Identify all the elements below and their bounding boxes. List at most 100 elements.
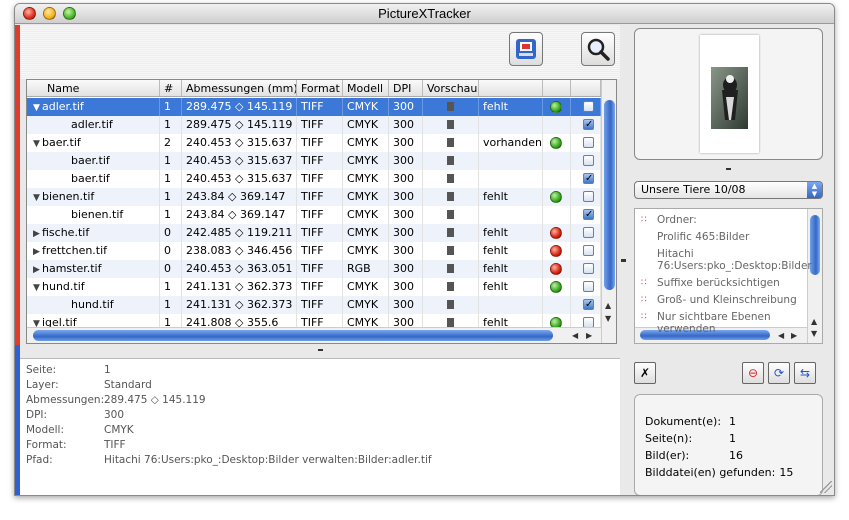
row-checkbox[interactable] [583, 170, 594, 188]
stat-label: Bilddatei(en) gefunden: [645, 466, 776, 479]
table-header: Name # Abmessungen (mm) Format Modell DP… [27, 80, 601, 97]
table-row[interactable]: hund.tif 1 241.131 ◇ 362.373 TIFF CMYK 300 [27, 296, 601, 314]
table-row[interactable]: adler.tif 1 289.475 ◇ 145.119 TIFF CMYK 300 [27, 116, 601, 134]
table-row[interactable]: ▼ hund.tif 1 241.131 ◇ 362.373 TIFF CMYK 300 fe… [27, 278, 601, 296]
title-bar[interactable]: PictureXTracker [15, 4, 834, 24]
cell-model: CMYK [343, 134, 389, 152]
cell-format: TIFF [297, 152, 343, 170]
disclosure-open-icon[interactable]: ▼ [33, 135, 42, 152]
collection-select[interactable]: Unsere Tiere 10/08 ▲ ▼ [634, 181, 823, 199]
row-checkbox[interactable] [583, 296, 594, 314]
vertical-scroll-thumb[interactable] [604, 100, 615, 290]
preview-split-handle[interactable] [726, 168, 731, 171]
cell-indicator [543, 242, 571, 260]
row-checkbox[interactable] [583, 227, 594, 238]
vertical-scrollbar[interactable]: ▲ ▼ [601, 80, 616, 343]
cell-format: TIFF [297, 116, 343, 134]
close-button[interactable] [23, 7, 36, 20]
scroll-right-arrow[interactable]: ▶ [586, 331, 592, 340]
settings-item-text: Prolific 465:Bilder [657, 231, 750, 243]
update-button[interactable]: ⇆ [794, 362, 816, 384]
row-checkbox[interactable] [583, 116, 594, 134]
green-status-icon [550, 191, 562, 203]
cell-dpi: 300 [389, 242, 423, 260]
row-checkbox[interactable] [583, 137, 594, 148]
table-row[interactable]: baer.tif 1 240.453 ◇ 315.637 TIFF CMYK 300 [27, 152, 601, 170]
image-table: Name # Abmessungen (mm) Format Modell DP… [26, 79, 617, 344]
remove-button[interactable]: ⊖ [742, 362, 764, 384]
column-header-count[interactable]: # [160, 80, 182, 96]
settings-scroll-up-arrow[interactable]: ▲ [811, 317, 817, 326]
table-row[interactable]: ▼ adler.tif 1 289.475 ◇ 145.119 TIFF CMYK 300 f… [27, 98, 601, 116]
settings-scroll-down-arrow[interactable]: ▼ [811, 329, 817, 338]
edit-settings-button[interactable]: ✗ [634, 362, 656, 384]
info-value: 1 [104, 364, 111, 376]
horizontal-scroll-thumb[interactable] [33, 330, 553, 341]
column-header-format[interactable]: Format [297, 80, 343, 96]
vertical-split-handle[interactable] [621, 259, 626, 262]
column-header-check[interactable] [571, 80, 601, 96]
table-row[interactable]: bienen.tif 1 243.84 ◇ 369.147 TIFF CMYK 300 [27, 206, 601, 224]
select-arrows-icon: ▲ ▼ [807, 182, 822, 198]
stat-label: Bild(er): [645, 449, 690, 462]
column-header-dimensions[interactable]: Abmessungen (mm) [182, 80, 297, 96]
info-label: DPI: [26, 409, 48, 421]
row-checkbox[interactable] [583, 263, 594, 274]
cell-check [571, 134, 601, 152]
row-checkbox[interactable] [583, 245, 594, 256]
table-row[interactable]: ▶ fische.tif 0 242.485 ◇ 119.211 TIFF CMYK 300… [27, 224, 601, 242]
column-header-dpi[interactable]: DPI [389, 80, 423, 96]
row-checkbox[interactable] [583, 206, 594, 224]
info-value: 289.475 ◇ 145.119 [104, 394, 206, 406]
minimize-button[interactable] [43, 7, 56, 20]
column-header-indicator[interactable] [543, 80, 571, 96]
table-row[interactable]: ▶ hamster.tif 0 240.453 ◇ 363.051 TIFF RGB 300… [27, 260, 601, 278]
cell-count: 1 [160, 296, 182, 314]
disclosure-open-icon[interactable]: ▼ [33, 99, 42, 116]
cell-dims: 289.475 ◇ 145.119 [182, 98, 297, 116]
cell-preview [423, 116, 479, 134]
export-button[interactable] [509, 32, 543, 66]
row-checkbox[interactable] [583, 191, 594, 202]
cell-check [571, 170, 601, 188]
table-row[interactable]: ▼ baer.tif 2 240.453 ◇ 315.637 TIFF CMYK 300 vo… [27, 134, 601, 152]
cell-status [479, 152, 543, 170]
row-checkbox[interactable] [583, 101, 594, 112]
table-row[interactable]: ▶ frettchen.tif 0 238.083 ◇ 346.456 TIFF CMYK… [27, 242, 601, 260]
disclosure-open-icon[interactable]: ▼ [33, 189, 42, 206]
zoom-button[interactable] [63, 7, 76, 20]
column-header-name[interactable]: Name [27, 80, 160, 96]
thumbnail-icon [447, 156, 454, 165]
file-name: hund.tif [42, 280, 85, 293]
table-row[interactable]: baer.tif 1 240.453 ◇ 315.637 TIFF CMYK 300 [27, 170, 601, 188]
split-handle[interactable] [318, 349, 323, 353]
info-row: Abmessungen: 289.475 ◇ 145.119 [26, 393, 206, 408]
disclosure-closed-icon[interactable]: ▶ [33, 225, 42, 242]
tools-icon: ✗ [639, 366, 651, 380]
search-button[interactable] [581, 32, 615, 66]
row-checkbox[interactable] [583, 281, 594, 292]
cell-dims: 240.453 ◇ 315.637 [182, 170, 297, 188]
scroll-up-arrow[interactable]: ▲ [605, 301, 611, 310]
disclosure-closed-icon[interactable]: ▶ [33, 261, 42, 278]
disclosure-closed-icon[interactable]: ▶ [33, 243, 42, 260]
scroll-left-arrow[interactable]: ◀ [572, 331, 578, 340]
cell-indicator [543, 170, 571, 188]
remove-icon: ⊖ [747, 366, 759, 380]
scroll-down-arrow[interactable]: ▼ [605, 314, 611, 323]
column-header-status[interactable] [479, 80, 543, 96]
resize-grip[interactable] [820, 481, 832, 493]
column-header-model[interactable]: Modell [343, 80, 389, 96]
refresh-button[interactable]: ⟳ [768, 362, 790, 384]
disclosure-open-icon[interactable]: ▼ [33, 279, 42, 296]
cell-status [479, 170, 543, 188]
horizontal-scrollbar[interactable]: ◀ ▶ [27, 327, 601, 343]
column-header-preview[interactable]: Vorschau [423, 80, 479, 96]
bullet-icon: ∷ [641, 295, 647, 305]
settings-list-scrollbar[interactable]: ▲ ▼ [807, 209, 822, 343]
toolbar [20, 25, 620, 79]
settings-item-text: Suffixe berücksichtigen [657, 277, 780, 289]
row-checkbox[interactable] [583, 155, 594, 166]
cell-format: TIFF [297, 206, 343, 224]
table-row[interactable]: ▼ bienen.tif 1 243.84 ◇ 369.147 TIFF CMYK 300 f… [27, 188, 601, 206]
